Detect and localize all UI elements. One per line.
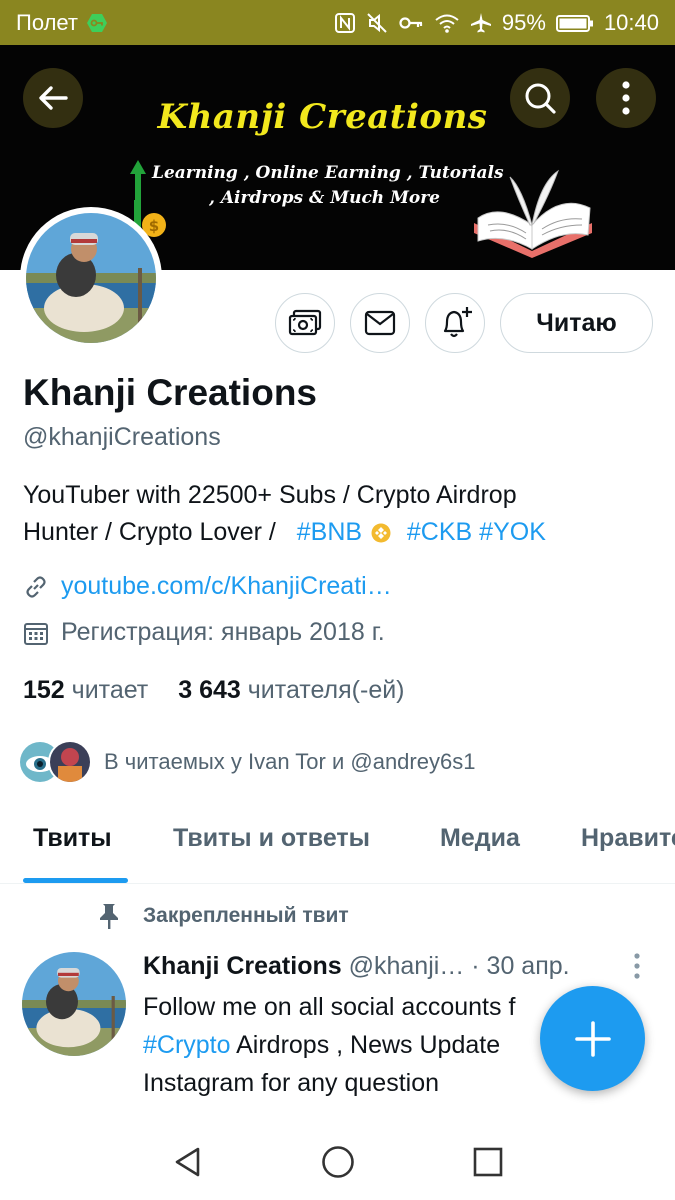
tweet-header: Khanji Creations @khanji… · 30 апр. [143,952,633,981]
carrier-label: Полет [16,9,78,35]
pinned-label: Закрепленный твит [143,904,349,927]
vpn-key-icon [86,12,108,34]
tweet-line-2: #Crypto Airdrops , News Update [143,1031,501,1059]
system-nav-bar [0,1125,675,1200]
circle-home-icon [322,1146,354,1178]
hashtag-crypto[interactable]: #Crypto [143,1031,231,1059]
tweet-line-1: Follow me on all social accounts f [143,993,516,1021]
profile-avatar[interactable] [20,207,162,349]
bio-text: Hunter / Crypto Lover / [23,518,276,546]
tips-button[interactable] [275,293,335,353]
tweet-more-icon[interactable] [630,952,644,982]
mutual-text: В читаемых у Ivan Tor и @andrey6s1 [104,749,476,774]
link-icon [23,574,49,600]
profile-name: Khanji Creations [23,372,317,413]
joined-row: Регистрация: январь 2018 г. [23,618,385,647]
hashtag-bnb[interactable]: #BNB [297,518,362,546]
airplane-icon [470,12,492,34]
website-row: youtube.com/c/KhanjiCreati… [23,572,392,601]
active-tab-indicator [23,878,128,883]
clock: 10:40 [603,9,659,35]
calendar-icon [23,620,49,646]
joined-date: Регистрация: январь 2018 г. [61,618,385,646]
open-book-graphic [474,169,592,258]
following-count[interactable]: 152 читает [23,676,148,705]
svg-text:$: $ [149,217,159,235]
following-button[interactable]: Читаю [500,293,653,353]
bio-line-2: Hunter / Crypto Lover / #BNB #CKB #YOK [23,514,653,551]
follow-counts: 152 читает 3 643 читателя(-ей) [23,676,405,705]
tweet-date[interactable]: · 30 апр. [471,952,569,980]
hashtag-ckb[interactable]: #CKB [407,518,472,546]
pin-icon [100,904,118,929]
mutual-followers[interactable]: В читаемых у Ivan Tor и @andrey6s1 [18,740,475,784]
plus-icon [574,1020,611,1057]
profile-bio: YouTuber with 22500+ Subs / Crypto Airdr… [23,477,653,551]
battery-percent: 95% [501,9,546,35]
avatar-photo [26,213,156,343]
profile-tabs: Твиты Твиты и ответы Медиа Нравится [0,800,675,884]
mutual-avatar-2 [48,740,92,784]
search-icon [525,83,556,114]
key-icon [398,12,424,34]
status-bar: Полет 95% 10:40 [0,0,675,45]
back-button[interactable] [23,68,83,128]
banner-tagline-2: , Airdrops & Much More [209,188,441,208]
profile-handle: @khanjiCreations [23,423,221,451]
pinned-label-row: Закрепленный твит [97,902,349,930]
nav-back-button[interactable] [168,1142,208,1182]
notifications-button[interactable] [425,293,485,353]
website-link[interactable]: youtube.com/c/KhanjiCreati… [61,572,392,601]
tweet-author-name[interactable]: Khanji Creations [143,952,342,980]
bio-line-1: YouTuber with 22500+ Subs / Crypto Airdr… [23,481,517,509]
arrow-left-icon [39,86,68,110]
hashtag-yok[interactable]: #YOK [479,518,546,546]
tweet-line-3: Instagram for any question [143,1069,439,1097]
more-vertical-icon [622,81,630,115]
tab-likes[interactable]: Нравится [581,824,675,853]
tweet-author-avatar[interactable] [22,952,126,1056]
search-button[interactable] [510,68,570,128]
tab-media[interactable]: Медиа [440,824,520,853]
message-button[interactable] [350,293,410,353]
nav-home-button[interactable] [318,1142,358,1182]
bnb-coin-icon [371,523,391,543]
mail-icon [364,310,396,336]
battery-icon [555,12,594,34]
compose-tweet-button[interactable] [540,986,645,1091]
tweet-text[interactable]: Follow me on all social accounts f #Cryp… [143,988,563,1102]
avatar-photo [22,952,126,1056]
mute-icon [366,12,388,34]
money-icon [288,309,322,336]
nav-recents-button[interactable] [468,1142,508,1182]
nfc-icon [334,12,356,34]
followers-count[interactable]: 3 643 читателя(-ей) [178,676,404,705]
tab-tweets[interactable]: Твиты [33,824,112,853]
more-button[interactable] [596,68,656,128]
triangle-back-icon [175,1147,200,1177]
tab-tweets-replies[interactable]: Твиты и ответы [173,824,370,853]
wifi-icon [434,12,460,34]
banner-tagline: Learning , Online Earning , Tutorials [152,163,504,183]
bell-plus-icon [443,307,472,338]
tweet-author-handle: @khanji… [348,952,465,980]
square-recents-icon [473,1147,503,1177]
